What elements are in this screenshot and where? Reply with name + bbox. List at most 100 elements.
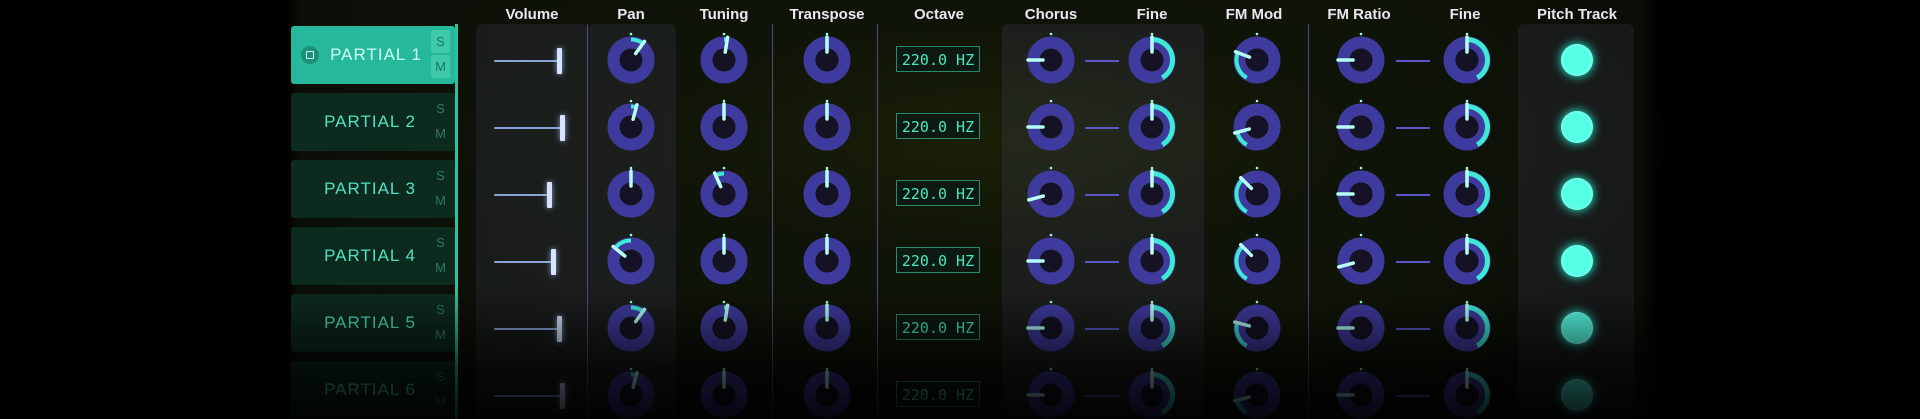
octave-readout[interactable]: 220.0 HZ [896,314,980,340]
tuning-knob[interactable] [699,32,749,85]
pitch-track-toggle[interactable] [1561,245,1593,277]
solo-button[interactable]: S [431,365,450,388]
link-dash [1085,328,1119,330]
header-chorus: Chorus [1024,6,1078,23]
chorus-fine-knob[interactable] [1127,99,1177,152]
chorus-fine-knob[interactable] [1127,367,1177,419]
volume-slider-thumb[interactable] [560,115,566,141]
octave-readout[interactable]: 220.0 HZ [896,46,980,72]
partial-select-button[interactable]: PARTIAL 3 SM [291,160,455,218]
octave-readout[interactable]: 220.0 HZ [896,247,980,273]
fm-ratio-knob[interactable] [1336,32,1386,85]
chorus-knob[interactable] [1026,233,1076,286]
volume-slider[interactable] [494,383,566,409]
tuning-knob[interactable] [699,99,749,152]
tuning-knob[interactable] [699,300,749,353]
chorus-fine-knob[interactable] [1127,166,1177,219]
pan-knob[interactable] [606,300,656,353]
chorus-knob[interactable] [1026,300,1076,353]
transpose-knob[interactable] [802,233,852,286]
fm-fine-knob[interactable] [1442,233,1492,286]
chorus-fine-knob[interactable] [1127,32,1177,85]
pan-knob[interactable] [606,32,656,85]
volume-slider-thumb[interactable] [557,48,563,74]
volume-slider[interactable] [494,249,566,275]
fm-ratio-knob[interactable] [1336,99,1386,152]
partial-name-label: PARTIAL 5 [324,313,416,332]
fm-ratio-knob[interactable] [1336,166,1386,219]
fm-fine-knob[interactable] [1442,32,1492,85]
solo-button[interactable]: S [431,97,450,120]
pitch-track-toggle[interactable] [1561,379,1593,411]
pitch-track-toggle[interactable] [1561,111,1593,143]
volume-slider-thumb[interactable] [557,316,563,342]
mute-button[interactable]: M [431,189,450,212]
partial-select-button[interactable]: PARTIAL 2 SM [291,93,455,151]
partial-row: PARTIAL 5 S M 220.0 HZ [0,294,1920,361]
pan-knob[interactable] [606,233,656,286]
chorus-knob[interactable] [1026,32,1076,85]
mute-button[interactable]: M [431,323,450,346]
octave-readout[interactable]: 220.0 HZ [896,180,980,206]
volume-slider-track [494,194,551,196]
fm-ratio-knob[interactable] [1336,300,1386,353]
fm-mod-knob[interactable] [1232,32,1282,85]
pan-knob[interactable] [606,99,656,152]
solo-button[interactable]: S [431,298,450,321]
fm-fine-knob[interactable] [1442,300,1492,353]
pan-knob[interactable] [606,367,656,419]
volume-slider-thumb[interactable] [560,383,566,409]
fm-fine-knob[interactable] [1442,166,1492,219]
fm-mod-knob[interactable] [1232,233,1282,286]
link-dash [1396,328,1430,330]
mute-button[interactable]: M [431,55,450,78]
volume-slider[interactable] [494,115,566,141]
chorus-knob[interactable] [1026,367,1076,419]
chorus-fine-knob[interactable] [1127,233,1177,286]
fm-mod-knob[interactable] [1232,367,1282,419]
partial-select-button[interactable]: PARTIAL 5 SM [291,294,455,352]
header-volume: Volume [505,6,559,23]
transpose-knob[interactable] [802,367,852,419]
octave-readout[interactable]: 220.0 HZ [896,113,980,139]
volume-slider-thumb[interactable] [547,182,553,208]
fm-mod-knob[interactable] [1232,166,1282,219]
volume-slider-thumb[interactable] [551,249,557,275]
tuning-knob[interactable] [699,166,749,219]
fm-fine-knob[interactable] [1442,99,1492,152]
fm-ratio-knob[interactable] [1336,233,1386,286]
mute-button[interactable]: M [431,256,450,279]
mute-button[interactable]: M [431,122,450,145]
volume-slider[interactable] [494,48,566,74]
chorus-knob[interactable] [1026,166,1076,219]
solo-button[interactable]: S [431,164,450,187]
chorus-fine-knob[interactable] [1127,300,1177,353]
partial-select-button[interactable]: PARTIAL 4 SM [291,227,455,285]
fm-mod-knob[interactable] [1232,300,1282,353]
volume-slider[interactable] [494,316,566,342]
link-dash [1396,194,1430,196]
mute-button[interactable]: M [431,390,450,413]
volume-slider[interactable] [494,182,566,208]
partial-select-button[interactable]: PARTIAL 1SM [291,26,455,84]
transpose-knob[interactable] [802,32,852,85]
pitch-track-toggle[interactable] [1561,44,1593,76]
pan-knob[interactable] [606,166,656,219]
fm-ratio-knob[interactable] [1336,367,1386,419]
partial-row: PARTIAL 2 S M 220.0 HZ [0,93,1920,160]
tuning-knob[interactable] [699,367,749,419]
transpose-knob[interactable] [802,166,852,219]
header-fm-fine: Fine [1449,6,1481,23]
pitch-track-toggle[interactable] [1561,178,1593,210]
tuning-knob[interactable] [699,233,749,286]
solo-button[interactable]: S [431,231,450,254]
transpose-knob[interactable] [802,99,852,152]
transpose-knob[interactable] [802,300,852,353]
partial-select-button[interactable]: PARTIAL 6 SM [291,361,455,419]
solo-button[interactable]: S [431,30,450,53]
chorus-knob[interactable] [1026,99,1076,152]
fm-fine-knob[interactable] [1442,367,1492,419]
octave-readout[interactable]: 220.0 HZ [896,381,980,407]
fm-mod-knob[interactable] [1232,99,1282,152]
pitch-track-toggle[interactable] [1561,312,1593,344]
